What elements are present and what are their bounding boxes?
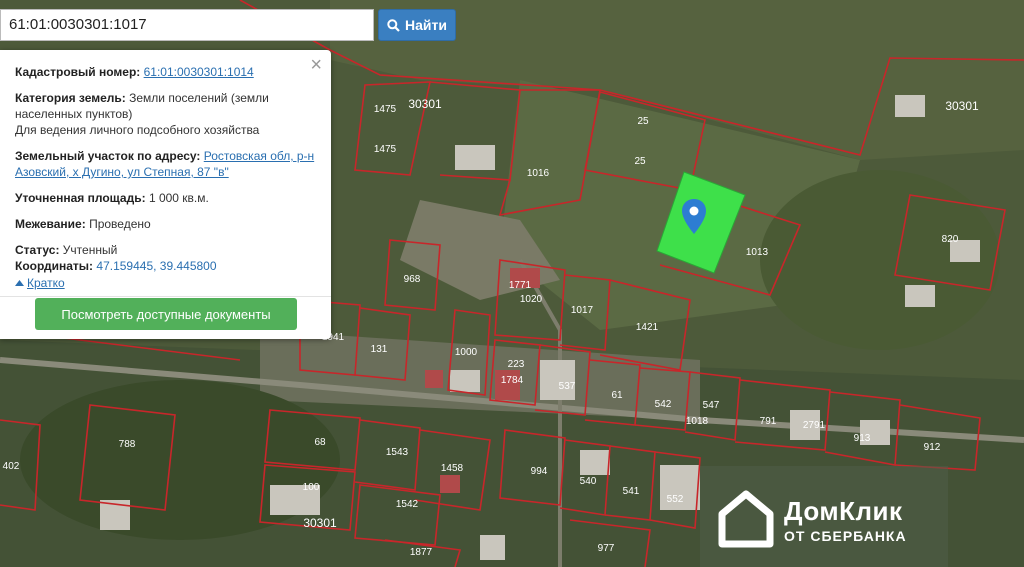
plot-label: 994 xyxy=(531,466,548,477)
status-row: Статус: Учтенный xyxy=(15,242,317,258)
land-category-label: Категория земель: xyxy=(15,91,126,105)
logo-subtitle: ОТ СБЕРБАНКА xyxy=(784,528,907,544)
plot-label: 1542 xyxy=(396,499,419,510)
cadastral-number-link[interactable]: 61:01:0030301:1014 xyxy=(144,65,254,79)
plot-label: 1018 xyxy=(686,416,709,427)
block-label: 30301 xyxy=(408,97,442,111)
divider xyxy=(0,296,331,297)
caret-up-icon xyxy=(15,280,24,286)
view-documents-button[interactable]: Посмотреть доступные документы xyxy=(35,298,297,330)
plot-label: 1458 xyxy=(441,463,464,474)
parcel-info-panel: × Кадастровый номер: 61:01:0030301:1014 … xyxy=(0,50,331,339)
plot-label: 977 xyxy=(598,543,615,554)
block-label: 30301 xyxy=(945,99,979,113)
plot-label: 1475 xyxy=(374,144,397,155)
search-input[interactable]: 61:01:0030301:1017 xyxy=(0,9,374,41)
plot-label: 537 xyxy=(559,381,576,392)
area-value: 1 000 кв.м. xyxy=(148,191,209,205)
plot-label: 223 xyxy=(508,359,525,370)
plot-label: 100 xyxy=(303,482,320,493)
plot-label: 540 xyxy=(580,476,597,487)
plot-label: 25 xyxy=(637,116,649,127)
survey-value: Проведено xyxy=(89,217,151,231)
plot-label: 1877 xyxy=(410,547,433,558)
close-icon[interactable]: × xyxy=(310,55,322,75)
block-label: 30301 xyxy=(303,516,337,530)
status-label: Статус: xyxy=(15,243,60,257)
house-logo-icon xyxy=(718,490,774,548)
area-row: Уточненная площадь: 1 000 кв.м. xyxy=(15,190,317,206)
coordinates-row: Координаты: 47.159445, 39.445800 xyxy=(15,258,317,274)
coordinates-value: 47.159445, 39.445800 xyxy=(96,259,217,273)
plot-label: 1475 xyxy=(374,104,397,115)
plot-label: 547 xyxy=(703,400,720,411)
search-icon xyxy=(387,18,400,32)
logo-name: ДомКлик xyxy=(784,496,903,526)
plot-label: 61 xyxy=(611,390,623,401)
plot-label: 1421 xyxy=(636,322,659,333)
land-category-row: Категория земель: Земли поселений (земли… xyxy=(15,90,317,138)
plot-label: 542 xyxy=(655,399,672,410)
plot-label: 1784 xyxy=(501,375,524,386)
search-button-label: Найти xyxy=(405,17,447,33)
plot-label: 1016 xyxy=(527,168,550,179)
plot-label: 968 xyxy=(404,274,421,285)
plot-label: 1000 xyxy=(455,347,478,358)
cadastral-number-row: Кадастровый номер: 61:01:0030301:1014 xyxy=(15,64,317,80)
land-usage-value: Для ведения личного подсобного хозяйства xyxy=(15,123,260,137)
plot-label: 131 xyxy=(371,344,388,355)
brief-label: Кратко xyxy=(27,276,65,290)
plot-label: 788 xyxy=(119,439,136,450)
cadastral-number-label: Кадастровый номер: xyxy=(15,65,141,79)
plot-label: 68 xyxy=(314,437,326,448)
plot-label: 2791 xyxy=(803,420,826,431)
plot-label: 913 xyxy=(854,433,871,444)
brief-toggle[interactable]: Кратко xyxy=(15,276,317,290)
plot-label: 1543 xyxy=(386,447,409,458)
survey-row: Межевание: Проведено xyxy=(15,216,317,232)
address-label: Земельный участок по адресу: xyxy=(15,149,201,163)
plot-label: 791 xyxy=(760,416,777,427)
plot-label: 1017 xyxy=(571,305,594,316)
plot-label: 552 xyxy=(667,494,684,505)
search-button[interactable]: Найти xyxy=(378,9,456,41)
plot-label: 541 xyxy=(623,486,640,497)
address-row: Земельный участок по адресу: Ростовская … xyxy=(15,148,317,180)
domclick-watermark: ДомКлик ОТ СБЕРБАНКА xyxy=(700,466,948,567)
plot-label: 1771 xyxy=(509,280,532,291)
plot-label: 402 xyxy=(3,461,20,472)
survey-label: Межевание: xyxy=(15,217,86,231)
coordinates-label: Координаты: xyxy=(15,259,94,273)
plot-label: 1013 xyxy=(746,247,769,258)
area-label: Уточненная площадь: xyxy=(15,191,146,205)
plot-label: 25 xyxy=(634,156,646,167)
status-value: Учтенный xyxy=(62,243,118,257)
plot-label: 1020 xyxy=(520,294,543,305)
plot-label: 912 xyxy=(924,442,941,453)
plot-label: 820 xyxy=(942,234,959,245)
